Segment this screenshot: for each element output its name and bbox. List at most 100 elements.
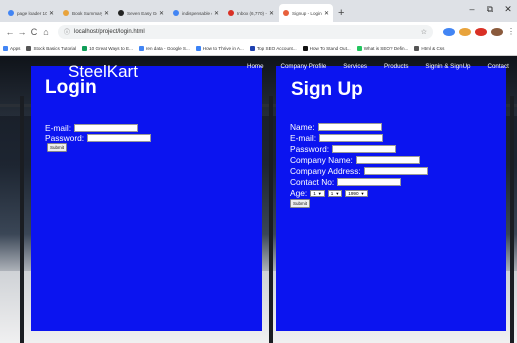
signup-contact-field[interactable] <box>337 178 402 186</box>
bookmark-item[interactable]: How To Stand Out... <box>302 45 351 51</box>
new-tab-button[interactable]: + <box>338 7 344 19</box>
signup-email-field[interactable] <box>319 134 384 142</box>
signup-company-field[interactable] <box>355 156 420 164</box>
browser-tab[interactable]: indispensable epoca ci✕ <box>169 4 223 22</box>
signup-address-field[interactable] <box>363 167 428 175</box>
bookmark-label: Html & Css <box>421 45 445 51</box>
back-icon[interactable]: ← <box>4 27 16 37</box>
dropdown-caret-icon: ▼ <box>317 190 322 196</box>
login-email-row: E-mail: <box>45 123 139 133</box>
tab-favicon-icon <box>283 10 289 16</box>
bookmark-item[interactable]: 10 Great Ways to E... <box>82 45 133 51</box>
background-pillar <box>20 96 24 343</box>
signup-title: Sign Up <box>291 79 363 100</box>
minimize-icon[interactable]: – <box>463 4 481 14</box>
web-page: Login E-mail: Password: Submit Sign Up N… <box>0 56 517 343</box>
browser-tab-active[interactable]: Signup - Login ✕ <box>279 4 333 22</box>
bookmark-label: ren data - Google S... <box>145 45 190 51</box>
bookmark-label: How to Thrive in A... <box>202 45 244 51</box>
bookmark-label: How To Stand Out... <box>309 45 351 51</box>
login-email-field[interactable] <box>74 124 139 132</box>
bookmark-star-icon[interactable]: ☆ <box>421 28 427 36</box>
bookmark-item[interactable]: ren data - Google S... <box>138 45 190 51</box>
bookmark-favicon-icon <box>249 45 255 51</box>
tab-favicon-icon <box>173 10 179 16</box>
info-icon[interactable]: ⓘ <box>64 27 70 36</box>
tab-close-icon[interactable]: ✕ <box>159 10 164 17</box>
tab-title: page loader 1000 ex <box>17 10 47 16</box>
tab-title: Signup - Login <box>292 10 322 16</box>
signup-password-row: Password: <box>290 144 397 154</box>
bookmark-label: Apps <box>10 45 21 51</box>
nav-home[interactable]: Home <box>247 63 264 70</box>
nav-company-profile[interactable]: Company Profile <box>281 63 327 70</box>
signup-name-field[interactable] <box>317 123 382 131</box>
tab-favicon-icon <box>8 10 14 16</box>
nav-contact[interactable]: Contact <box>487 63 508 70</box>
age-day-select[interactable]: 1 ▼ <box>310 189 325 197</box>
nav-products[interactable]: Products <box>384 63 408 70</box>
apps-icon <box>3 45 8 51</box>
browser-tab[interactable]: page loader 1000 ex✕ <box>4 4 58 22</box>
tab-close-icon[interactable]: ✕ <box>269 10 274 17</box>
extensions: ⋮ <box>439 27 515 36</box>
forward-icon[interactable]: → <box>16 27 28 37</box>
bookmark-apps[interactable]: Apps <box>3 45 21 51</box>
dropdown-caret-icon: ▼ <box>360 190 365 196</box>
profile-avatar-icon[interactable] <box>491 27 503 36</box>
menu-icon[interactable]: ⋮ <box>507 27 515 36</box>
nav-signin-signup[interactable]: Signin & SignUp <box>425 63 470 70</box>
bookmark-label: Stock Basics Tutorial <box>33 45 77 51</box>
email-label: E-mail: <box>45 123 72 133</box>
bookmarks-bar: Apps Stock Basics Tutorial 10 Great Ways… <box>0 41 517 56</box>
login-submit-button[interactable]: Submit <box>47 143 68 152</box>
age-month-select[interactable]: 1 ▼ <box>327 189 343 197</box>
tab-close-icon[interactable]: ✕ <box>49 10 54 17</box>
browser-tab[interactable]: Inbox (6,770) - shashi✕ <box>224 4 278 22</box>
signup-panel: Sign Up Name: E-mail: Password: Company … <box>276 66 506 331</box>
login-password-row: Password: <box>45 133 152 143</box>
login-password-field[interactable] <box>87 134 152 142</box>
reload-icon[interactable]: C <box>28 27 40 37</box>
bookmark-item[interactable]: Html & Css <box>414 45 445 51</box>
tab-title: Seven Easy Google Ch <box>127 10 157 16</box>
login-panel: Login E-mail: Password: Submit <box>31 66 262 331</box>
extension-icon[interactable] <box>475 27 487 36</box>
browser-tab[interactable]: Seven Easy Google Ch✕ <box>114 4 168 22</box>
signup-contact-row: Contact No: <box>290 177 402 187</box>
age-label: Age: <box>290 188 308 198</box>
browser-toolbar: ← → C ⌂ ⓘ localhost/project/login.html ☆… <box>0 22 517 41</box>
extension-icon[interactable] <box>459 27 471 36</box>
tab-title: Book Summary: The 5.. <box>72 10 102 16</box>
bookmark-item[interactable]: Top SEO Account... <box>249 45 297 51</box>
signup-name-row: Name: <box>290 122 382 132</box>
signup-email-row: E-mail: <box>290 133 384 143</box>
bookmark-label: 10 Great Ways to E... <box>89 45 133 51</box>
login-submit-row: Submit <box>47 143 68 152</box>
window-controls: – ⧉ ✕ <box>463 0 517 18</box>
tab-close-icon[interactable]: ✕ <box>214 10 219 17</box>
bookmark-item[interactable]: Stock Basics Tutorial <box>26 45 77 51</box>
close-window-icon[interactable]: ✕ <box>499 4 517 15</box>
age-year-select[interactable]: 1990 ▼ <box>345 189 368 197</box>
nav-services[interactable]: Services <box>343 63 367 70</box>
background-pillar <box>510 96 514 343</box>
bookmark-item[interactable]: What is SEO? Defin... <box>356 45 408 51</box>
browser-tab[interactable]: Book Summary: The 5..✕ <box>59 4 113 22</box>
name-label: Name: <box>290 122 315 132</box>
signup-address-row: Company Address: <box>290 166 428 176</box>
extension-icon[interactable] <box>443 27 455 36</box>
restore-icon[interactable]: ⧉ <box>481 4 499 15</box>
tab-close-icon[interactable]: ✕ <box>104 10 109 17</box>
bookmark-label: Top SEO Account... <box>256 45 297 51</box>
bookmark-favicon-icon <box>26 45 32 51</box>
signup-password-field[interactable] <box>332 145 397 153</box>
signup-submit-button[interactable]: Submit <box>290 199 311 208</box>
home-icon[interactable]: ⌂ <box>40 27 52 37</box>
tab-close-icon[interactable]: ✕ <box>324 10 329 17</box>
password-label: Password: <box>290 144 330 154</box>
bookmark-item[interactable]: How to Thrive in A... <box>195 45 244 51</box>
site-brand[interactable]: SteelKart <box>68 62 138 82</box>
address-bar[interactable]: ⓘ localhost/project/login.html ☆ <box>58 24 433 39</box>
age-day-value: 1 <box>313 190 316 196</box>
